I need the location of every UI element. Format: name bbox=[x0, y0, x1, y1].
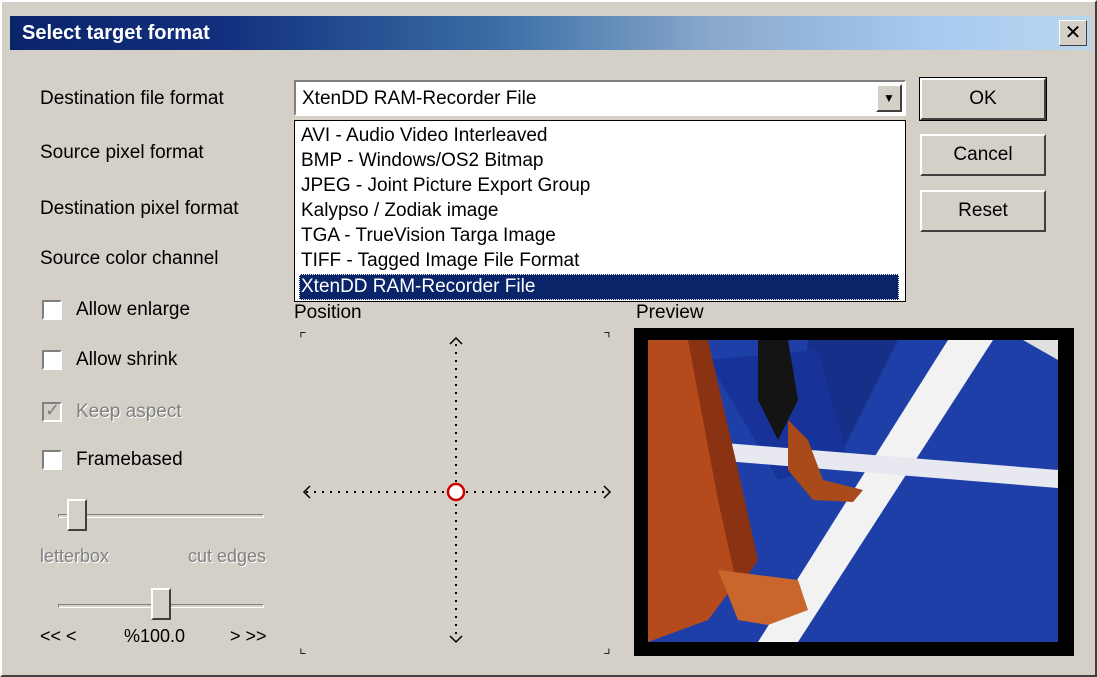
letterbox-slider-thumb[interactable] bbox=[67, 499, 88, 531]
ok-button[interactable]: OK bbox=[919, 77, 1047, 121]
close-icon: ✕ bbox=[1064, 20, 1082, 44]
allow-enlarge-label[interactable]: Allow enlarge bbox=[76, 299, 190, 321]
scale-increase-button[interactable]: > >> bbox=[230, 626, 267, 647]
source-pixel-format-label: Source pixel format bbox=[40, 142, 204, 163]
allow-shrink-checkbox[interactable] bbox=[42, 350, 62, 370]
checkmark-icon: ✓ bbox=[45, 400, 61, 421]
reset-button[interactable]: Reset bbox=[920, 190, 1046, 232]
cut-edges-label: cut edges bbox=[188, 546, 267, 566]
position-pad[interactable] bbox=[292, 328, 622, 658]
dropdown-option-avi[interactable]: AVI - Audio Video Interleaved bbox=[299, 123, 899, 149]
destination-file-format-combo[interactable]: XtenDD RAM-Recorder File ▼ bbox=[294, 80, 906, 116]
position-label: Position bbox=[294, 302, 362, 323]
preview-frame bbox=[634, 328, 1074, 656]
preview-image bbox=[648, 340, 1058, 642]
letterbox-slider-track[interactable] bbox=[58, 514, 264, 518]
combo-dropdown-button[interactable]: ▼ bbox=[876, 84, 902, 112]
arrow-up-icon bbox=[449, 336, 463, 345]
position-marker[interactable] bbox=[446, 482, 466, 502]
dropdown-option-tiff[interactable]: TIFF - Tagged Image File Format bbox=[299, 248, 899, 274]
title-bar[interactable]: Select target format ✕ bbox=[10, 16, 1091, 50]
dropdown-option-jpeg[interactable]: JPEG - Joint Picture Export Group bbox=[299, 173, 899, 199]
preview-label: Preview bbox=[636, 302, 704, 323]
scale-value: %100.0 bbox=[124, 626, 186, 646]
file-format-dropdown-list: AVI - Audio Video Interleaved BMP - Wind… bbox=[294, 120, 906, 302]
dropdown-option-kalypso[interactable]: Kalypso / Zodiak image bbox=[299, 198, 899, 224]
dropdown-option-bmp[interactable]: BMP - Windows/OS2 Bitmap bbox=[299, 148, 899, 174]
dropdown-option-xtendd[interactable]: XtenDD RAM-Recorder File bbox=[299, 274, 899, 300]
letterbox-label: letterbox bbox=[40, 546, 110, 566]
scale-slider-thumb[interactable] bbox=[151, 588, 171, 620]
allow-enlarge-checkbox[interactable] bbox=[42, 300, 62, 320]
dialog-window: Select target format ✕ Destination file … bbox=[0, 0, 1097, 677]
dropdown-option-tga[interactable]: TGA - TrueVision Targa Image bbox=[299, 223, 899, 249]
scale-decrease-button[interactable]: << < bbox=[40, 626, 77, 647]
framebased-label[interactable]: Framebased bbox=[76, 449, 183, 471]
framebased-checkbox[interactable] bbox=[42, 450, 62, 470]
source-color-channel-label: Source color channel bbox=[40, 248, 219, 269]
combo-selected-value: XtenDD RAM-Recorder File bbox=[302, 88, 537, 109]
chevron-down-icon: ▼ bbox=[883, 91, 895, 105]
keep-aspect-label: Keep aspect bbox=[76, 401, 182, 422]
allow-shrink-label[interactable]: Allow shrink bbox=[76, 349, 177, 371]
dest-file-format-label: Destination file format bbox=[40, 88, 224, 109]
arrow-down-icon bbox=[449, 635, 463, 644]
dest-pixel-format-label: Destination pixel format bbox=[40, 198, 239, 219]
arrow-right-icon bbox=[603, 485, 612, 499]
keep-aspect-checkbox[interactable]: ✓ bbox=[42, 400, 62, 422]
close-button[interactable]: ✕ bbox=[1059, 20, 1087, 46]
runner-on-track-image bbox=[648, 340, 1058, 642]
dialog-title: Select target format bbox=[22, 22, 210, 44]
cancel-button[interactable]: Cancel bbox=[920, 134, 1046, 176]
